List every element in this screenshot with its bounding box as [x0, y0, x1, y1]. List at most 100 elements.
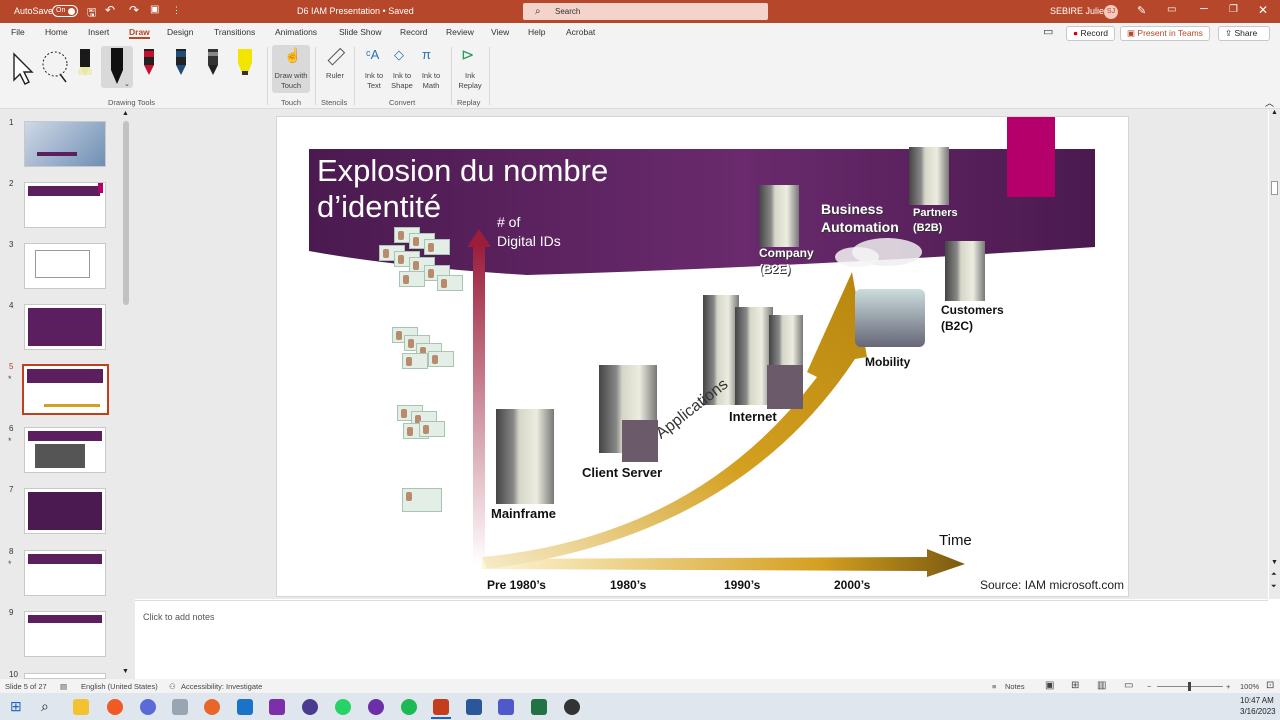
accessibility-status[interactable]: Accessibility: Investigate	[181, 682, 262, 691]
tab-acrobat[interactable]: Acrobat	[566, 27, 595, 37]
tab-insert[interactable]: Insert	[88, 27, 109, 37]
notes-icon[interactable]: ≡	[992, 682, 996, 691]
app-icon[interactable]	[172, 699, 188, 715]
previous-slide-icon[interactable]: ⏶	[1271, 571, 1277, 579]
share-button[interactable]: ⇪ Share	[1218, 26, 1270, 41]
scroll-thumb[interactable]	[1271, 181, 1278, 195]
tab-view[interactable]: View	[491, 27, 509, 37]
thumbnail-scrollbar[interactable]: ▲ ▼	[121, 109, 131, 679]
pen-blue-icon[interactable]	[172, 47, 190, 77]
ink-to-shape-button[interactable]: ◇ Ink to Shape	[388, 45, 416, 93]
fit-to-window-icon[interactable]: ⊡	[1266, 680, 1274, 691]
tab-home[interactable]: Home	[45, 27, 68, 37]
pen-icon[interactable]: ✎	[1137, 4, 1146, 17]
slide-counter[interactable]: Slide 5 of 27	[5, 682, 47, 691]
scroll-thumb[interactable]	[123, 121, 129, 305]
app-icon[interactable]	[368, 699, 384, 715]
firefox-icon[interactable]	[204, 699, 220, 715]
draw-with-touch-button[interactable]: ☝ Draw with Touch	[272, 45, 310, 93]
pencil-icon[interactable]	[204, 47, 222, 77]
teams-icon[interactable]	[498, 699, 514, 715]
app-icon[interactable]	[302, 699, 318, 715]
slide-thumb-9[interactable]	[24, 611, 106, 657]
outlook-icon[interactable]	[237, 699, 253, 715]
present-from-start-icon[interactable]: ▣	[150, 4, 159, 15]
search-input[interactable]: ⌕ Search	[523, 3, 768, 20]
word-icon[interactable]	[466, 699, 482, 715]
accessibility-icon[interactable]: ⚇	[169, 682, 176, 691]
brave-icon[interactable]	[107, 699, 123, 715]
tab-review[interactable]: Review	[446, 27, 474, 37]
next-slide-icon[interactable]: ⏷	[1271, 583, 1277, 591]
ink-replay-button[interactable]: ⊳ Ink Replay	[455, 45, 485, 93]
slide-thumb-8[interactable]	[24, 550, 106, 596]
slide-thumb-2[interactable]	[24, 182, 106, 228]
normal-view-icon[interactable]: ▣	[1045, 680, 1054, 691]
slide-sorter-icon[interactable]: ⊞	[1071, 680, 1079, 691]
slide-thumb-4[interactable]	[24, 304, 106, 350]
clock-time[interactable]: 10:47 AM	[1240, 696, 1274, 705]
tab-transitions[interactable]: Transitions	[214, 27, 255, 37]
ink-to-text-button[interactable]: ᶜA Ink to Text	[360, 45, 388, 93]
document-title[interactable]: D6 IAM Presentation • Saved	[297, 6, 414, 16]
redo-icon[interactable]: ↷	[129, 3, 139, 17]
save-icon[interactable]: 🖫	[87, 4, 96, 23]
spotify-icon[interactable]	[401, 699, 417, 715]
slide-thumb-1[interactable]	[24, 121, 106, 167]
pen-red-icon[interactable]	[140, 47, 158, 77]
undo-icon[interactable]: ↶	[105, 3, 115, 17]
select-arrow-icon[interactable]	[13, 52, 34, 85]
slide-thumb-3[interactable]	[24, 243, 106, 289]
ink-to-math-button[interactable]: π Ink to Math	[416, 45, 446, 93]
slide-thumb-6[interactable]	[24, 427, 106, 473]
clock-date[interactable]: 3/16/2023	[1240, 707, 1276, 716]
notes-pane[interactable]: Click to add notes	[135, 600, 1268, 678]
customize-toolbar-icon[interactable]: ⋮	[172, 5, 181, 16]
tab-file[interactable]: File	[11, 27, 25, 37]
slide-thumb-7[interactable]	[24, 488, 106, 534]
language-indicator[interactable]: English (United States)	[81, 682, 158, 691]
lasso-select-icon[interactable]	[42, 51, 68, 77]
powerpoint-icon[interactable]	[433, 699, 449, 715]
app-icon[interactable]	[564, 699, 580, 715]
scroll-down-icon[interactable]: ▼	[122, 668, 129, 675]
slide-thumb-5[interactable]	[22, 364, 109, 415]
scroll-up-icon[interactable]: ▲	[1271, 109, 1278, 116]
notes-toggle[interactable]: Notes	[1005, 682, 1025, 691]
autosave-toggle[interactable]: On	[52, 5, 78, 17]
ribbon-display-icon[interactable]: ▭	[1167, 4, 1176, 15]
scroll-down-icon[interactable]: ▼	[1271, 559, 1278, 566]
zoom-in-icon[interactable]: +	[1226, 682, 1230, 691]
slide-title[interactable]: Explosion du nombre d’identité	[317, 153, 608, 225]
slide-show-icon[interactable]: ▭	[1124, 680, 1133, 691]
tab-draw[interactable]: Draw	[129, 27, 150, 37]
slide-canvas[interactable]: Explosion du nombre d’identité # of Digi…	[276, 116, 1129, 597]
zoom-level[interactable]: 100%	[1240, 682, 1259, 691]
onenote-icon[interactable]	[269, 699, 285, 715]
user-name[interactable]: SEBIRE Julien	[1050, 6, 1109, 16]
present-in-teams-button[interactable]: ▣ Present in Teams	[1120, 26, 1210, 41]
ruler-button[interactable]: Ruler	[320, 45, 350, 85]
spelling-icon[interactable]: ▤	[60, 682, 67, 691]
pen-black-icon[interactable]	[76, 47, 94, 77]
scroll-up-icon[interactable]: ▲	[122, 110, 129, 117]
file-explorer-icon[interactable]	[73, 699, 89, 715]
tab-help[interactable]: Help	[528, 27, 545, 37]
avatar[interactable]: SJ	[1104, 5, 1118, 19]
minimize-icon[interactable]: ─	[1200, 3, 1208, 15]
comments-icon[interactable]: ▭	[1043, 25, 1053, 38]
whatsapp-icon[interactable]	[335, 699, 351, 715]
discord-icon[interactable]	[140, 699, 156, 715]
highlighter-yellow-icon[interactable]	[235, 47, 255, 77]
collapse-ribbon-icon[interactable]: ︿	[1265, 96, 1274, 109]
excel-icon[interactable]	[531, 699, 547, 715]
tab-record[interactable]: Record	[400, 27, 427, 37]
reading-view-icon[interactable]: ▥	[1097, 680, 1106, 691]
close-icon[interactable]: ✕	[1258, 3, 1268, 17]
tab-design[interactable]: Design	[167, 27, 193, 37]
pen-selected-icon[interactable]: ⌄	[101, 46, 133, 88]
editor-scrollbar[interactable]: ▲ ▼ ⏶ ⏷	[1269, 109, 1280, 599]
record-button[interactable]: ● Record	[1066, 26, 1115, 41]
tab-slide-show[interactable]: Slide Show	[339, 27, 382, 37]
zoom-out-icon[interactable]: −	[1147, 682, 1151, 691]
